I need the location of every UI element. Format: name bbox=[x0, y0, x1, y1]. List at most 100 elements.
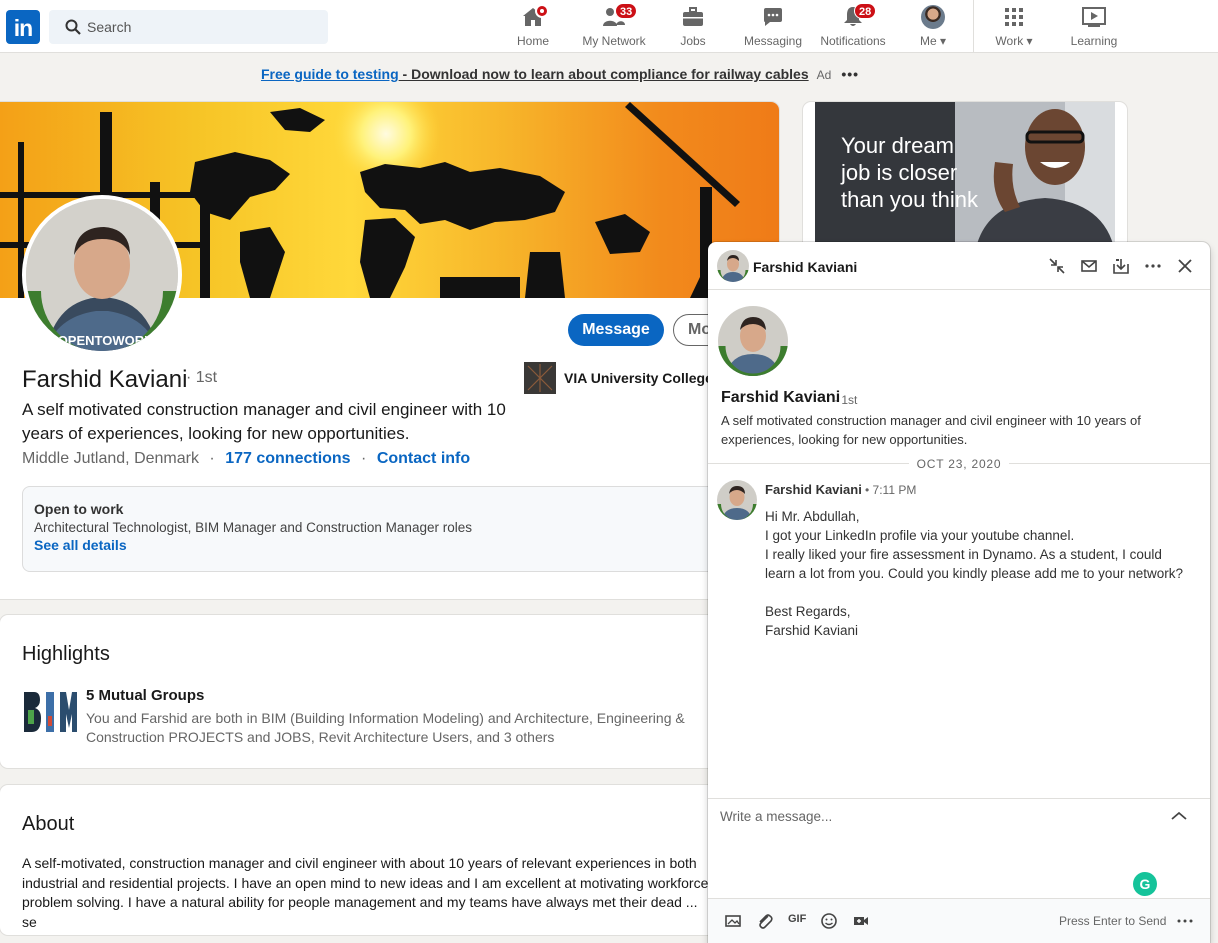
chat-profile-name[interactable]: Farshid Kaviani bbox=[721, 389, 840, 407]
nav-divider bbox=[973, 0, 974, 52]
date-label: OCT 23, 2020 bbox=[908, 457, 1010, 471]
minimize-icon[interactable] bbox=[1047, 256, 1067, 276]
message-sender[interactable]: Farshid Kaviani bbox=[765, 482, 862, 497]
contact-info-link[interactable]: Contact info bbox=[377, 450, 470, 467]
location-line: Middle Jutland, Denmark · 177 connection… bbox=[22, 450, 470, 468]
send-hint[interactable]: Press Enter to Send bbox=[1059, 914, 1166, 928]
highlights-title: Highlights bbox=[22, 643, 110, 665]
about-text: A self-motivated, construction manager a… bbox=[22, 855, 709, 930]
close-icon[interactable] bbox=[1175, 256, 1195, 276]
notification-dot bbox=[535, 4, 549, 18]
search-icon bbox=[65, 19, 81, 35]
grammarly-icon[interactable]: G bbox=[1133, 872, 1157, 896]
open-to-work-roles: Architectural Technologist, BIM Manager … bbox=[34, 520, 472, 535]
separator: · bbox=[361, 450, 367, 467]
message-button[interactable]: Message bbox=[568, 314, 664, 346]
nav-messaging[interactable]: Messaging bbox=[740, 5, 806, 49]
search-input[interactable] bbox=[87, 10, 317, 44]
notifications-badge: 28 bbox=[854, 3, 877, 19]
grid-icon bbox=[1005, 8, 1023, 26]
bim-group-logo bbox=[22, 688, 78, 736]
chat-header-name[interactable]: Farshid Kaviani bbox=[753, 259, 857, 275]
message-line: Farshid Kaviani bbox=[765, 623, 859, 638]
nav-label: Messaging bbox=[743, 34, 803, 48]
chat-footer: GIF Press Enter to Send bbox=[708, 898, 1210, 943]
message-line: I really liked your fire assessment in D… bbox=[765, 547, 1183, 581]
more-options-icon[interactable] bbox=[1176, 912, 1194, 930]
attachment-icon[interactable] bbox=[756, 912, 774, 930]
connections-link[interactable]: 177 connections bbox=[225, 450, 350, 467]
group-logo[interactable] bbox=[22, 688, 78, 736]
chat-profile-avatar[interactable] bbox=[718, 306, 788, 376]
caret-down-icon: ▾ bbox=[939, 34, 947, 48]
message-line bbox=[765, 583, 1195, 602]
envelope-icon[interactable] bbox=[1079, 256, 1099, 276]
nav-work[interactable]: Work ▾ bbox=[988, 5, 1040, 49]
chat-profile-headline: A self motivated construction manager an… bbox=[721, 413, 1141, 447]
mutual-groups-title[interactable]: 5 Mutual Groups bbox=[86, 687, 204, 704]
school-name[interactable]: VIA University College bbox=[564, 370, 713, 386]
message-line: Best Regards, bbox=[765, 604, 851, 619]
ad-text[interactable]: - Download now to learn about compliance… bbox=[399, 66, 809, 82]
emoji-icon[interactable] bbox=[820, 912, 838, 930]
nav-me[interactable]: Me ▾ bbox=[910, 5, 956, 49]
more-icon[interactable] bbox=[1143, 256, 1163, 276]
profile-headline: A self motivated construction manager an… bbox=[22, 400, 506, 443]
about-title: About bbox=[22, 813, 75, 835]
school-logo[interactable] bbox=[524, 362, 556, 394]
mutual-groups-desc: You and Farshid are both in BIM (Buildin… bbox=[86, 710, 685, 745]
nav-label: Learning bbox=[1070, 34, 1118, 48]
chat-window: Farshid Kaviani Farshid Kaviani · 1st A … bbox=[708, 242, 1210, 943]
see-all-details-link[interactable]: See all details bbox=[34, 537, 750, 553]
nav-label: Notifications bbox=[820, 34, 886, 48]
open-to-work-badge: #OPENTOWORK bbox=[50, 333, 154, 348]
message-line: Hi Mr. Abdullah, bbox=[765, 509, 860, 524]
nav-label: Home bbox=[516, 34, 549, 48]
nav-label: Work bbox=[995, 34, 1024, 48]
chat-profile-summary: Farshid Kaviani · 1st A self motivated c… bbox=[708, 290, 1210, 464]
date-separator: OCT 23, 2020 bbox=[708, 455, 1210, 473]
messaging-icon bbox=[764, 8, 782, 26]
nav-label: Me bbox=[919, 34, 937, 48]
message-input[interactable] bbox=[720, 809, 1160, 869]
search-bar[interactable] bbox=[49, 10, 328, 44]
nav-learning[interactable]: Learning bbox=[1064, 5, 1124, 49]
nav-my-network[interactable]: 33 My Network bbox=[578, 3, 650, 49]
image-icon[interactable] bbox=[724, 912, 742, 930]
caret-down-icon: ▾ bbox=[1026, 34, 1033, 48]
message-time: • 7:11 PM bbox=[865, 483, 917, 497]
nav-notifications[interactable]: 28 Notifications bbox=[816, 3, 890, 49]
ad-link[interactable]: Free guide to testing bbox=[261, 66, 399, 82]
profile-photo[interactable]: #OPENTOWORK bbox=[22, 195, 182, 355]
archive-icon[interactable] bbox=[1111, 256, 1131, 276]
ad-label: Ad bbox=[816, 68, 832, 82]
nav-home[interactable]: Home bbox=[510, 4, 556, 49]
nav-jobs[interactable]: Jobs bbox=[672, 5, 714, 49]
learning-icon bbox=[1082, 7, 1106, 27]
nav-label: Jobs bbox=[680, 34, 706, 48]
side-ad-card[interactable]: Your dream job is closer than you think bbox=[803, 102, 1127, 252]
separator: · bbox=[209, 450, 215, 467]
chat-header[interactable]: Farshid Kaviani bbox=[708, 242, 1210, 290]
highlights-card: Highlights 5 Mutual Groups You and Farsh… bbox=[0, 615, 779, 768]
school-logo-image bbox=[524, 362, 556, 394]
location: Middle Jutland, Denmark bbox=[22, 450, 199, 467]
gif-button[interactable]: GIF bbox=[788, 913, 806, 925]
connection-degree: · 1st bbox=[186, 369, 218, 386]
message-composer: G bbox=[708, 798, 1210, 898]
profile-card: #OPENTOWORK Message Mo Farshid Kaviani ·… bbox=[0, 102, 779, 599]
open-to-work-box: Open to work Architectural Technologist,… bbox=[22, 486, 762, 572]
ad-more-button[interactable]: ••• bbox=[841, 66, 859, 82]
briefcase-icon bbox=[683, 7, 703, 26]
top-nav: in Home 33 My Network Jobs Messaging bbox=[0, 0, 1218, 53]
expand-composer-icon[interactable] bbox=[1170, 809, 1188, 823]
video-meeting-icon[interactable] bbox=[852, 912, 870, 930]
message-avatar[interactable] bbox=[717, 480, 757, 520]
open-to-work-title: Open to work bbox=[34, 501, 124, 517]
linkedin-logo[interactable]: in bbox=[6, 10, 40, 44]
message-line: I got your LinkedIn profile via your you… bbox=[765, 528, 1075, 543]
message-body: Hi Mr. Abdullah, I got your LinkedIn pro… bbox=[765, 507, 1195, 640]
chat-profile-degree: · 1st bbox=[834, 393, 858, 407]
avatar bbox=[921, 5, 945, 29]
side-ad-text: Your dream job is closer than you think bbox=[841, 133, 978, 212]
